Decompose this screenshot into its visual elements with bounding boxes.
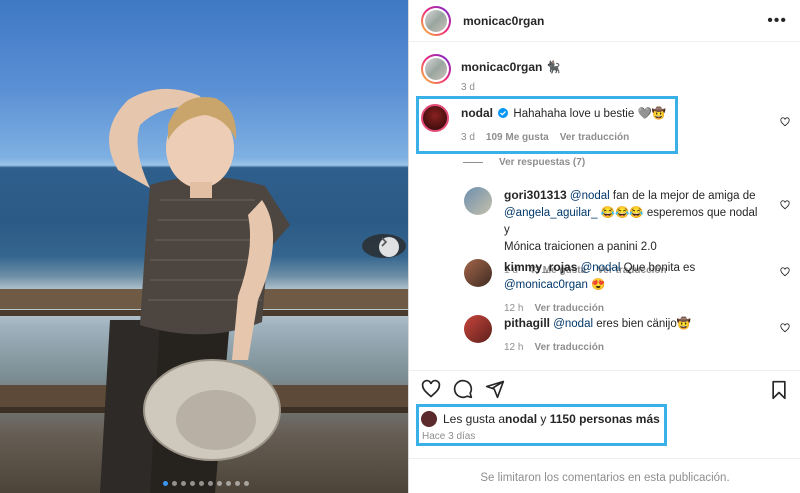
comment-item: nodal Hahahaha love u bestie 🩶🤠 3 d 109 … xyxy=(421,104,666,146)
caption-time: 3 d xyxy=(461,82,475,93)
view-replies-label[interactable]: Ver respuestas (7) xyxy=(499,157,585,168)
carousel-next-button[interactable] xyxy=(379,237,399,257)
share-send-icon[interactable] xyxy=(485,379,505,399)
post-date: Hace 3 días xyxy=(422,431,476,442)
comment-username[interactable]: pithagill xyxy=(504,316,550,330)
carousel-dots xyxy=(163,481,249,486)
commenter-avatar[interactable] xyxy=(464,187,492,215)
carousel-dot xyxy=(199,481,204,486)
photo-illustration xyxy=(0,88,408,493)
likes-prefix: Les gusta a xyxy=(443,412,506,426)
comment-likes[interactable]: 109 Me gusta xyxy=(486,129,549,146)
comment-username[interactable]: nodal xyxy=(461,106,493,120)
post-photo[interactable] xyxy=(0,0,408,493)
comment-mention[interactable]: @nodal xyxy=(581,262,621,274)
comment-text: Mónica traicionen a panini 2.0 xyxy=(504,241,657,253)
comment-mention[interactable]: @angela_aguilar_ xyxy=(504,207,598,219)
comment-mention[interactable]: @nodal xyxy=(553,318,593,330)
commenter-avatar[interactable] xyxy=(464,259,492,287)
footer-divider xyxy=(409,458,800,459)
carousel-dot xyxy=(181,481,186,486)
comment-item: kimmy_rojas @nodal Que bonita es @monica… xyxy=(464,259,695,317)
like-comment-heart-icon[interactable] xyxy=(780,200,790,210)
comment-text: Que bonita es xyxy=(620,262,696,274)
commenter-avatar[interactable] xyxy=(421,104,449,132)
instagram-post-modal: monicac0rgan ••• monicac0rgan 🐈‍⬛ 3 d no xyxy=(0,0,800,493)
carousel-dot xyxy=(217,481,222,486)
carousel-dot xyxy=(190,481,195,486)
liker-avatar[interactable] xyxy=(421,411,437,427)
actions-divider xyxy=(409,370,800,371)
like-heart-icon[interactable] xyxy=(421,379,441,399)
likes-joiner: y xyxy=(537,412,550,426)
commenter-avatar[interactable] xyxy=(464,315,492,343)
carousel-dot xyxy=(163,481,168,486)
comment-mention[interactable]: @monicac0rgan xyxy=(504,279,588,291)
likes-summary[interactable]: Les gusta a nodal y 1150 personas más xyxy=(421,411,660,427)
verified-badge-icon xyxy=(498,108,509,118)
comment-item: pithagill @nodal eres bien cänijo🤠 12 h … xyxy=(464,315,691,356)
comment-text: fan de la mejor de amiga de xyxy=(609,190,756,202)
avatar[interactable] xyxy=(421,5,451,36)
comment-time: 12 h xyxy=(504,342,524,353)
like-comment-heart-icon[interactable] xyxy=(780,117,790,127)
post-header: monicac0rgan ••• xyxy=(409,0,800,42)
comment-username[interactable]: gori301313 xyxy=(504,188,567,202)
save-bookmark-icon[interactable] xyxy=(770,380,788,400)
post-actions xyxy=(421,379,505,399)
post-caption: monicac0rgan 🐈‍⬛ 3 d xyxy=(421,54,561,93)
comment-text: Hahahaha love u bestie 🩶🤠 xyxy=(513,108,667,120)
translate-link[interactable]: Ver traducción xyxy=(560,129,629,146)
like-comment-heart-icon[interactable] xyxy=(780,323,790,333)
carousel-dot xyxy=(235,481,240,486)
comment-mention[interactable]: @nodal xyxy=(570,190,610,202)
post-author-username[interactable]: monicac0rgan xyxy=(463,14,544,28)
caption-avatar[interactable] xyxy=(421,54,451,84)
more-options-button[interactable]: ••• xyxy=(767,12,787,30)
caption-text: 🐈‍⬛ xyxy=(545,60,561,74)
replies-divider xyxy=(463,162,483,163)
carousel-dot xyxy=(244,481,249,486)
comment-bubble-icon[interactable] xyxy=(453,379,473,399)
comment-username[interactable]: kimmy_rojas xyxy=(504,260,577,274)
view-replies-button[interactable]: Ver respuestas (7) xyxy=(463,157,585,168)
comment-time: 3 d xyxy=(461,132,475,143)
comments-limited-notice: Se limitaron los comentarios en esta pub… xyxy=(480,472,730,484)
likes-others[interactable]: 1150 personas más xyxy=(550,412,660,426)
chevron-right-icon xyxy=(381,237,388,247)
comment-text: 😍 xyxy=(587,279,606,291)
post-side-panel: monicac0rgan ••• monicac0rgan 🐈‍⬛ 3 d no xyxy=(408,0,800,493)
like-comment-heart-icon[interactable] xyxy=(780,267,790,277)
carousel-dot xyxy=(172,481,177,486)
liker-username[interactable]: nodal xyxy=(505,412,537,426)
carousel-dot xyxy=(208,481,213,486)
comment-text: eres bien cänijo🤠 xyxy=(593,318,692,330)
caption-username[interactable]: monicac0rgan xyxy=(461,60,542,74)
translate-link[interactable]: Ver traducción xyxy=(534,339,603,356)
carousel-dot xyxy=(226,481,231,486)
